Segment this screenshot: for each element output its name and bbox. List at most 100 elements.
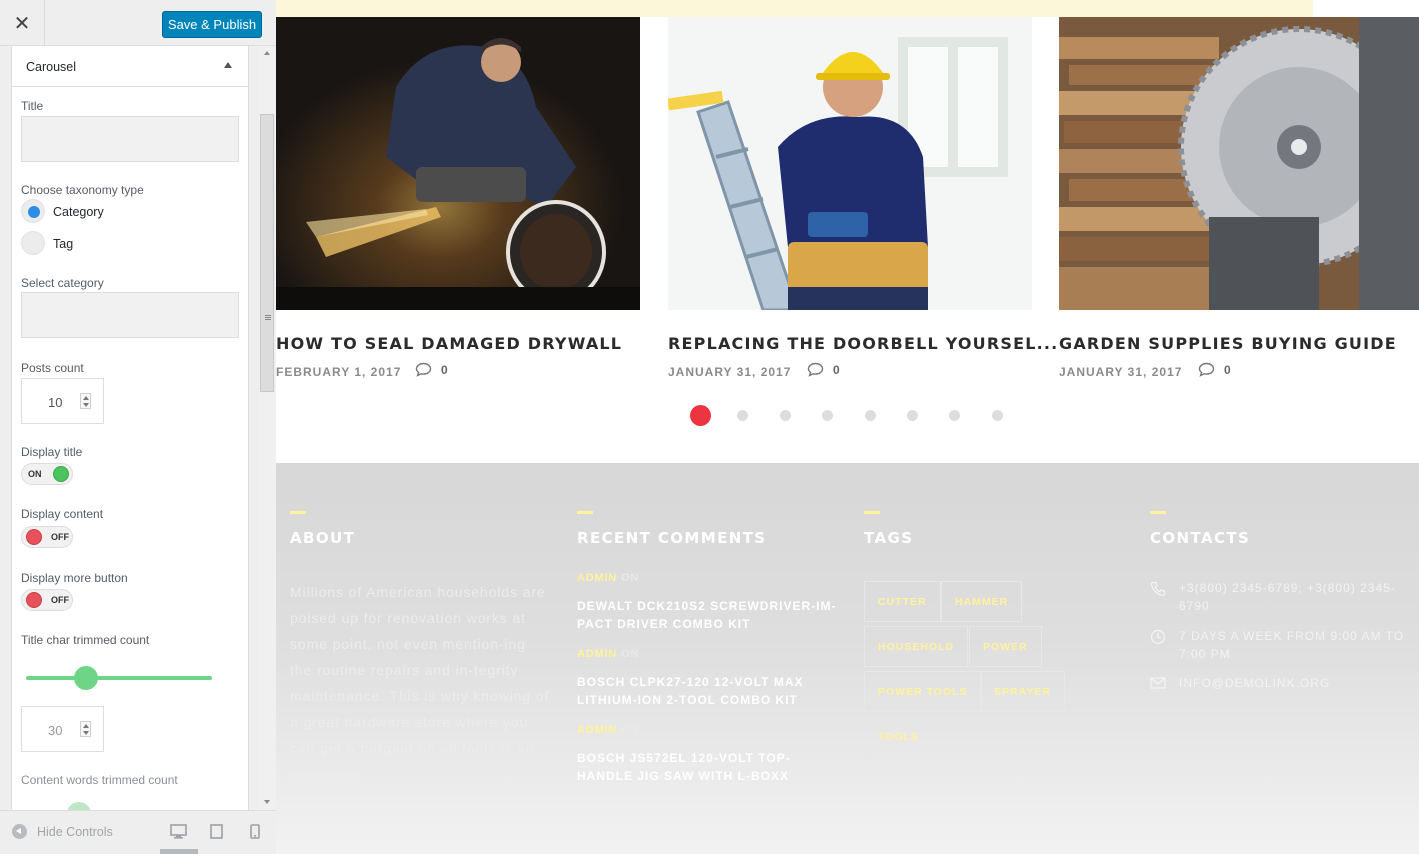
tag-link[interactable]: POWER bbox=[969, 626, 1042, 667]
comment-author[interactable]: ADMIN bbox=[577, 724, 617, 736]
comment-post-link[interactable]: BOSCH JS572EL 120-VOLT TOP-HANDLE JIG SA… bbox=[577, 749, 839, 785]
comment-count: 0 bbox=[833, 362, 840, 377]
mobile-preview-icon[interactable] bbox=[250, 824, 260, 839]
save-publish-button[interactable]: Save & Publish bbox=[162, 11, 262, 38]
tag-link[interactable]: CUTTER bbox=[864, 581, 941, 622]
comment-meta: ADMIN ON bbox=[577, 648, 639, 660]
envelope-icon bbox=[1150, 677, 1166, 689]
heading-accent bbox=[577, 511, 593, 514]
tablet-preview-icon[interactable] bbox=[210, 824, 223, 839]
collapse-arrow-icon[interactable] bbox=[224, 62, 232, 68]
tag-link[interactable]: HOUSEHOLD bbox=[864, 626, 969, 667]
title-input[interactable] bbox=[21, 116, 239, 162]
title-trim-stepper[interactable]: 30 bbox=[21, 706, 104, 752]
post-image-welder[interactable] bbox=[276, 17, 640, 310]
customizer-sidebar: ✕ Save & Publish Carousel Title Choose t… bbox=[0, 0, 276, 854]
hide-controls-label: Hide Controls bbox=[37, 824, 113, 839]
spinner-arrows-icon[interactable] bbox=[80, 393, 91, 409]
section-header-carousel[interactable]: Carousel bbox=[12, 46, 248, 87]
toggle-knob bbox=[26, 592, 42, 608]
customizer-footer: Hide Controls bbox=[0, 810, 276, 854]
toggle-knob bbox=[26, 529, 42, 545]
comment-on: ON bbox=[621, 724, 640, 736]
post-title[interactable]: REPLACING THE DOORBELL YOURSEL... bbox=[668, 334, 1058, 353]
desktop-preview-icon[interactable] bbox=[170, 824, 187, 839]
scroll-down-icon[interactable] bbox=[264, 800, 270, 804]
spinner-arrows-icon[interactable] bbox=[80, 721, 91, 737]
pagination-dot[interactable] bbox=[737, 410, 749, 421]
toggle-state-text: OFF bbox=[51, 532, 69, 542]
comment-bubble-icon bbox=[807, 362, 824, 377]
toggle-state-text: OFF bbox=[51, 595, 69, 605]
pagination-dot[interactable] bbox=[690, 405, 711, 426]
title-trim-slider-handle[interactable] bbox=[74, 666, 98, 690]
comment-count: 0 bbox=[441, 362, 448, 377]
comment-author[interactable]: ADMIN bbox=[577, 648, 617, 660]
post-comments[interactable]: 0 bbox=[1198, 362, 1231, 377]
comment-meta: ADMIN ON bbox=[577, 724, 639, 736]
radio-tag[interactable] bbox=[21, 231, 45, 255]
select-category-label: Select category bbox=[21, 276, 104, 290]
footer-heading: TAGS bbox=[864, 529, 914, 547]
content-trim-slider-handle[interactable] bbox=[67, 802, 91, 810]
comment-bubble-icon bbox=[415, 362, 432, 377]
posts-count-value: 10 bbox=[48, 395, 63, 410]
tag-link[interactable]: POWER TOOLS bbox=[864, 671, 982, 712]
comment-post-link[interactable]: BOSCH CLPK27-120 12-VOLT MAX LITHIUM-ION… bbox=[577, 673, 839, 709]
contact-phone-text[interactable]: +3(800) 2345-6789; +3(800) 2345-6790 bbox=[1179, 579, 1411, 615]
comment-meta: ADMIN ON bbox=[577, 572, 639, 584]
comment-on: ON bbox=[621, 648, 640, 660]
tag-link[interactable]: HAMMER bbox=[941, 581, 1023, 622]
title-trim-label: Title char trimmed count bbox=[21, 633, 150, 647]
sidebar-scrollbar[interactable] bbox=[259, 46, 276, 810]
tag-link[interactable]: SPRAYER bbox=[980, 671, 1065, 712]
display-content-label: Display content bbox=[21, 507, 104, 521]
pagination-dot[interactable] bbox=[907, 410, 918, 421]
title-trim-value: 30 bbox=[48, 723, 63, 738]
toggle-knob bbox=[53, 466, 69, 482]
radio-category[interactable] bbox=[21, 199, 45, 223]
post-comments[interactable]: 0 bbox=[807, 362, 840, 377]
grip-icon bbox=[265, 315, 271, 316]
title-trim-slider-track[interactable] bbox=[26, 676, 212, 680]
comment-post-link[interactable]: DEWALT DCK210S2 SCREWDRIVER-IM-PACT DRIV… bbox=[577, 597, 839, 633]
header-strip bbox=[276, 0, 1313, 17]
posts-count-stepper[interactable]: 10 bbox=[21, 378, 104, 424]
display-more-button-label: Display more button bbox=[21, 571, 128, 585]
heading-accent bbox=[864, 511, 880, 514]
scroll-up-icon[interactable] bbox=[264, 51, 270, 55]
pagination-dot[interactable] bbox=[991, 410, 1003, 421]
customizer-panel: Carousel Title Choose taxonomy type Cate… bbox=[11, 46, 249, 810]
radio-tag-label[interactable]: Tag bbox=[53, 237, 73, 251]
post-title[interactable]: GARDEN SUPPLIES BUYING GUIDE bbox=[1059, 334, 1397, 353]
category-select[interactable] bbox=[21, 292, 239, 338]
radio-category-label[interactable]: Category bbox=[53, 205, 104, 219]
pagination-dot[interactable] bbox=[779, 410, 791, 421]
site-preview: HOW TO SEAL DAMAGED DRYWALL FEBRUARY 1, … bbox=[276, 0, 1419, 854]
comment-bubble-icon bbox=[1198, 362, 1215, 377]
hide-controls-button[interactable]: Hide Controls bbox=[12, 824, 113, 839]
title-label: Title bbox=[21, 99, 44, 113]
posts-count-label: Posts count bbox=[21, 361, 84, 375]
display-title-label: Display title bbox=[21, 445, 83, 459]
contact-hours-text: 7 DAYS A WEEK FROM 9:00 AM TO 7:00 PM bbox=[1179, 629, 1405, 661]
pagination-dot[interactable] bbox=[949, 410, 961, 421]
post-image-circular-saw[interactable] bbox=[1059, 17, 1419, 310]
post-image-ladder-worker[interactable] bbox=[668, 17, 1032, 310]
display-more-button-toggle[interactable]: OFF bbox=[21, 589, 73, 611]
contact-email-text[interactable]: INFO@DEMOLINK.ORG bbox=[1179, 674, 1411, 692]
post-title[interactable]: HOW TO SEAL DAMAGED DRYWALL bbox=[276, 334, 622, 353]
comment-count: 0 bbox=[1224, 362, 1231, 377]
comment-author[interactable]: ADMIN bbox=[577, 572, 617, 584]
post-comments[interactable]: 0 bbox=[415, 362, 448, 377]
heading-accent bbox=[1150, 511, 1166, 514]
section-title: Carousel bbox=[26, 60, 77, 74]
display-title-toggle[interactable]: ON bbox=[21, 463, 73, 485]
scrollbar-thumb[interactable] bbox=[260, 114, 274, 392]
pagination-dot[interactable] bbox=[864, 410, 876, 421]
close-icon[interactable]: ✕ bbox=[0, 0, 45, 46]
display-content-toggle[interactable]: OFF bbox=[21, 526, 73, 548]
pagination-dot[interactable] bbox=[822, 410, 834, 421]
site-footer: ABOUT Millions of American households ar… bbox=[276, 463, 1419, 854]
tag-link[interactable]: TOOLS bbox=[864, 716, 933, 757]
